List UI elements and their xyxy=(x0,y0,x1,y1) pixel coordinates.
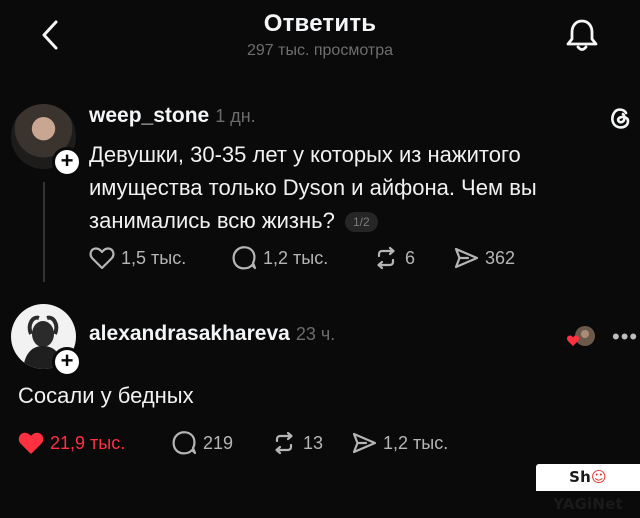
heart-icon xyxy=(89,247,115,270)
follow-plus-icon[interactable]: + xyxy=(52,147,82,177)
heart-filled-icon xyxy=(18,432,44,454)
more-options-button[interactable]: ••• xyxy=(612,324,638,350)
send-icon xyxy=(454,247,479,269)
repost-icon xyxy=(275,431,293,455)
view-count: 297 тыс. просмотра xyxy=(247,42,393,59)
like-button[interactable]: 21,9 тыс. xyxy=(18,431,171,455)
watermark-part1: Sh xyxy=(569,468,592,486)
repost-count: 13 xyxy=(303,432,324,453)
share-count: 1,2 тыс. xyxy=(383,432,449,453)
like-button[interactable]: 1,5 тыс. xyxy=(89,246,231,270)
reply-author[interactable]: alexandrasakhareva 23 ч. xyxy=(89,322,335,346)
comment-button[interactable]: 1,2 тыс. xyxy=(231,245,373,271)
bell-icon xyxy=(566,19,598,51)
comment-icon xyxy=(172,431,197,455)
share-count: 362 xyxy=(485,247,516,268)
like-count: 1,5 тыс. xyxy=(121,247,187,268)
reply-actions: 21,9 тыс. 219 13 1,2 тыс. xyxy=(18,430,448,456)
repost-button[interactable]: 13 xyxy=(271,431,351,455)
share-button[interactable]: 362 xyxy=(453,246,515,270)
like-count: 21,9 тыс. xyxy=(50,432,126,453)
username[interactable]: alexandrasakhareva xyxy=(89,322,290,345)
post-author[interactable]: weep_stone 1 дн. xyxy=(89,104,256,128)
page-indicator: 1/2 xyxy=(344,212,378,233)
post-time: 1 дн. xyxy=(215,106,256,126)
comment-button[interactable]: 219 xyxy=(171,430,271,456)
send-icon xyxy=(352,432,377,454)
comment-count: 1,2 тыс. xyxy=(263,247,329,268)
repost-icon xyxy=(377,246,395,270)
comment-icon xyxy=(232,246,257,270)
follow-plus-icon[interactable]: + xyxy=(52,347,82,377)
reply-time: 23 ч. xyxy=(295,324,336,344)
notifications-button[interactable] xyxy=(565,17,599,53)
username[interactable]: weep_stone xyxy=(89,104,209,127)
post-body: Девушки, 30-35 лет у которых из нажитого… xyxy=(89,142,537,233)
repost-button[interactable]: 6 xyxy=(373,246,453,270)
watermark-logo: Sh☺YAGiNet xyxy=(536,464,640,513)
thread-line xyxy=(43,182,45,282)
reply-text: Сосали у бедных xyxy=(18,383,194,408)
watermark-part2: YAGiNet xyxy=(553,495,623,513)
page-title: Ответить xyxy=(263,10,377,37)
comment-count: 219 xyxy=(203,432,234,453)
repost-count: 6 xyxy=(405,247,416,268)
threads-logo-icon xyxy=(611,108,630,129)
post-actions: 1,5 тыс. 1,2 тыс. 6 362 xyxy=(89,245,515,271)
liked-by-author-icon xyxy=(566,325,596,349)
share-button[interactable]: 1,2 тыс. xyxy=(351,431,448,455)
post-text: Девушки, 30-35 лет у которых из нажитого… xyxy=(89,138,589,237)
